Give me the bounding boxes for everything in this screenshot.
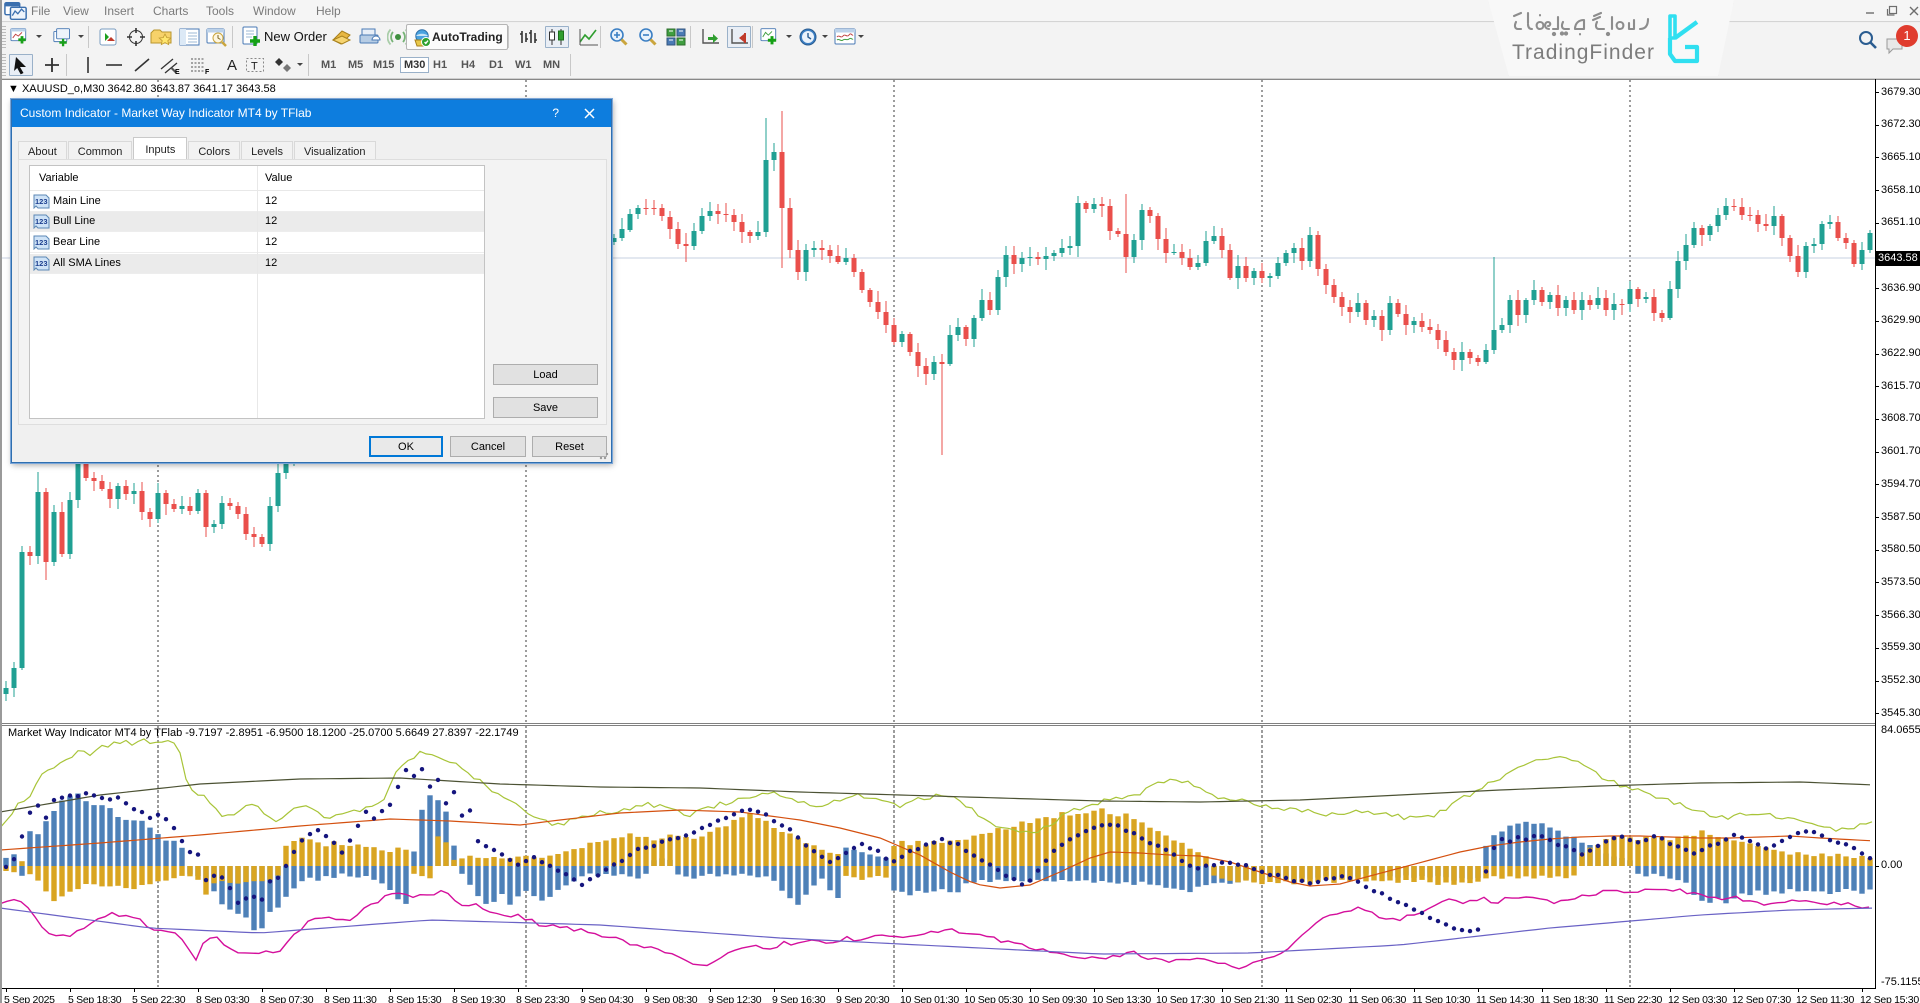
svg-text:F: F — [205, 69, 210, 75]
svg-text:E: E — [175, 69, 180, 75]
svg-text:123: 123 — [35, 259, 48, 268]
svg-text:123: 123 — [35, 197, 48, 206]
svg-text:123: 123 — [35, 238, 48, 247]
svg-text:T: T — [251, 61, 258, 73]
svg-text:123: 123 — [35, 217, 48, 226]
svg-text:A: A — [227, 57, 237, 74]
